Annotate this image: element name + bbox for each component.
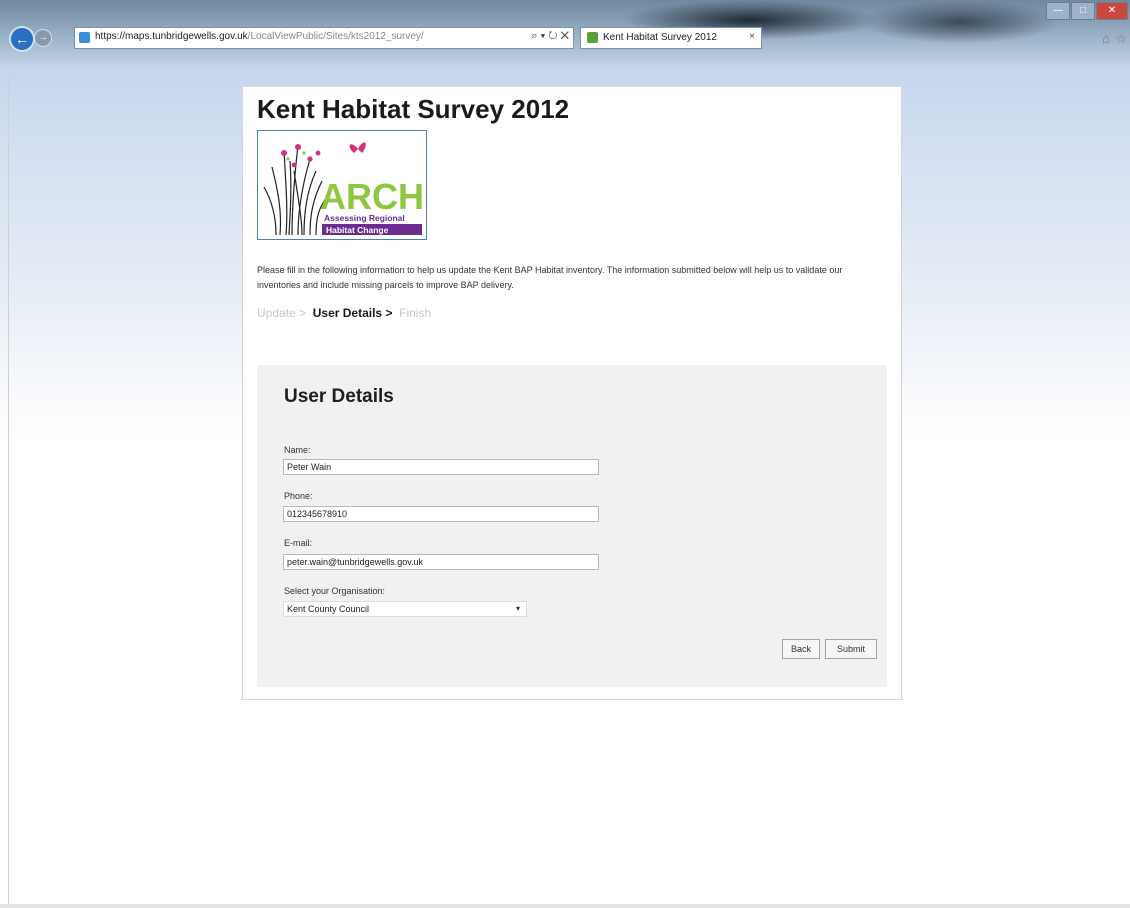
url-path: /LocalViewPublic/Sites/kts2012_survey/	[247, 31, 424, 42]
url-host: https://maps.tunbridgewells.gov.uk	[95, 31, 248, 42]
url-text: https://maps.tunbridgewells.gov.uk/Local…	[95, 31, 424, 42]
page-title: Kent Habitat Survey 2012	[257, 94, 570, 124]
window-background-art	[860, 0, 1060, 44]
phone-field[interactable]	[283, 506, 599, 522]
organisation-selected-value: Kent County Council	[287, 604, 370, 614]
back-arrow-icon[interactable]: ←	[9, 26, 35, 52]
organisation-select[interactable]: Kent County Council ▾	[283, 601, 527, 617]
page-container: Kent Habitat Survey 2012 ARCH Assessing …	[242, 86, 902, 700]
progress-steps: Update > User Details > Finish	[257, 306, 431, 320]
tab-title: Kent Habitat Survey 2012	[603, 32, 717, 43]
minimize-button[interactable]: —	[1046, 2, 1070, 20]
arch-logo-graphic: ARCH Assessing Regional Habitat Change	[263, 142, 424, 236]
logo-line2: Habitat Change	[326, 225, 389, 235]
logo-line1: Assessing Regional	[324, 213, 405, 223]
step-separator: >	[299, 306, 307, 320]
window-controls: — □ ✕	[1045, 0, 1128, 20]
back-button[interactable]: Back	[782, 639, 820, 659]
submit-button[interactable]: Submit	[825, 639, 877, 659]
organisation-label: Select your Organisation:	[284, 586, 386, 596]
user-details-panel: User Details Name: Phone: E-mail: Select…	[257, 365, 887, 687]
maximize-button[interactable]: □	[1071, 2, 1095, 20]
tab-favicon-icon	[587, 32, 598, 43]
email-field[interactable]	[283, 554, 599, 570]
step-finish: Finish	[399, 306, 432, 320]
address-bar-icons[interactable]: ⌕ ▾ ↻ ✕	[531, 30, 569, 43]
intro-text: Please fill in the following information…	[257, 265, 843, 290]
arch-logo: ARCH Assessing Regional Habitat Change	[257, 130, 427, 240]
logo-word: ARCH	[320, 176, 424, 217]
favorites-star-icon[interactable]: ☆	[1115, 31, 1127, 47]
step-update: Update	[257, 306, 296, 320]
tab-kent-habitat-survey[interactable]: Kent Habitat Survey 2012 ×	[580, 27, 762, 49]
window-left-border	[8, 66, 9, 908]
name-label: Name:	[284, 445, 311, 455]
tab-close-icon[interactable]: ×	[749, 31, 755, 42]
email-label: E-mail:	[284, 538, 313, 548]
window-bottom-border	[0, 904, 1130, 908]
panel-heading: User Details	[284, 386, 394, 407]
forward-arrow-icon[interactable]: →	[34, 29, 52, 47]
close-window-button[interactable]: ✕	[1096, 2, 1128, 20]
home-icon[interactable]: ⌂	[1102, 31, 1110, 46]
step-user-details: User Details	[312, 306, 383, 320]
name-field[interactable]	[283, 459, 599, 475]
address-bar[interactable]: https://maps.tunbridgewells.gov.uk/Local…	[74, 27, 574, 49]
phone-label: Phone:	[284, 491, 313, 501]
browser-chrome: ← → https://maps.tunbridgewells.gov.uk/L…	[0, 0, 1130, 66]
step-separator: >	[385, 306, 393, 320]
dropdown-arrow-icon: ▾	[515, 604, 520, 613]
page-favicon-icon	[79, 32, 90, 43]
